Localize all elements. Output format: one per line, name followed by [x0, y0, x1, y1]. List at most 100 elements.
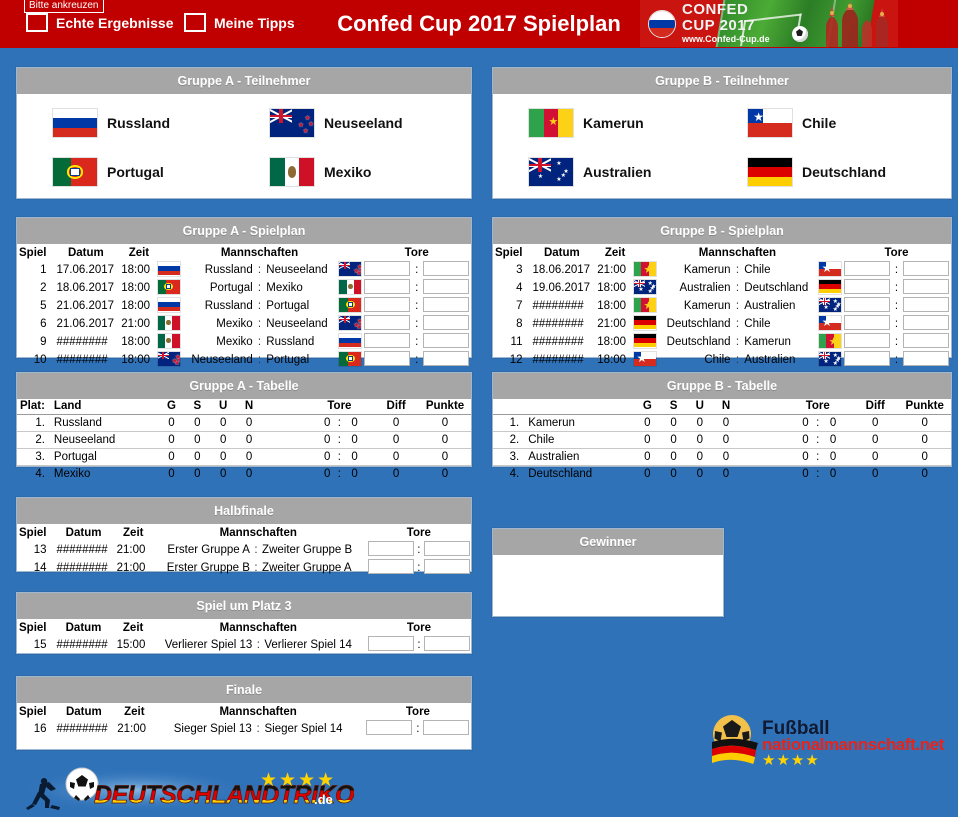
- score-away-box[interactable]: [423, 720, 470, 735]
- score-away[interactable]: [421, 333, 471, 351]
- flag-portugal: [157, 279, 180, 294]
- score-away-box[interactable]: [902, 351, 949, 366]
- app-header: Bitte ankreuzen Echte Ergebnisse Meine T…: [0, 0, 958, 48]
- score-home[interactable]: [362, 333, 412, 351]
- cell-spiel: 14: [33, 562, 47, 574]
- list-item: Portugal: [17, 149, 244, 195]
- score-away-box[interactable]: [902, 333, 949, 348]
- table-row: 1 17.06.2017 18:00 Russland: Neuseeland ★★★★:: [17, 261, 471, 279]
- score-away-box[interactable]: [422, 261, 469, 276]
- panel-semifinals: Halbfinale Spiel Datum Zeit Mannschaften…: [16, 497, 472, 574]
- table-header-row: Spiel Datum Zeit Mannschaften Tore: [17, 246, 471, 261]
- cell-s: 0: [184, 448, 211, 466]
- schedule-table-group-b: Spiel Datum Zeit Mannschaften Tore 3 18.0…: [493, 246, 951, 369]
- score-home-box[interactable]: [368, 636, 415, 651]
- cell-colon: :: [257, 336, 262, 348]
- score-away[interactable]: [901, 279, 951, 297]
- score-home-box[interactable]: [364, 261, 411, 276]
- score-away-box[interactable]: [423, 559, 470, 574]
- score-home[interactable]: [842, 261, 892, 279]
- score-away[interactable]: [901, 333, 951, 351]
- score-home[interactable]: [362, 279, 412, 297]
- cell-land: Kamerun: [523, 414, 635, 432]
- checkbox-meine-tipps-group[interactable]: Meine Tipps: [184, 13, 295, 32]
- score-home-box[interactable]: [364, 351, 411, 366]
- score-home[interactable]: [362, 261, 412, 279]
- score-home-box[interactable]: [364, 297, 411, 312]
- score-home-box[interactable]: [368, 559, 415, 574]
- score-away[interactable]: [422, 636, 471, 654]
- score-home-box[interactable]: [844, 333, 891, 348]
- score-home[interactable]: [842, 297, 892, 315]
- score-home-box[interactable]: [844, 279, 891, 294]
- col-tore: Tore: [404, 247, 429, 259]
- score-home-box[interactable]: [844, 315, 891, 330]
- score-away[interactable]: [421, 279, 471, 297]
- col-punkte: Punkte: [419, 399, 471, 415]
- score-away[interactable]: [421, 261, 471, 279]
- checkbox-echte-ergebnisse[interactable]: [26, 13, 48, 32]
- score-away[interactable]: [901, 351, 951, 369]
- score-away[interactable]: [421, 297, 471, 315]
- score-away-box[interactable]: [422, 279, 469, 294]
- score-away[interactable]: [421, 315, 471, 333]
- score-away[interactable]: [422, 559, 471, 577]
- col-datum: Datum: [67, 247, 104, 259]
- score-away-box[interactable]: [423, 636, 470, 651]
- score-home-box[interactable]: [844, 297, 891, 312]
- score-home[interactable]: [362, 297, 412, 315]
- score-home[interactable]: [842, 351, 892, 369]
- score-home[interactable]: [367, 636, 416, 654]
- col-tore: Tore: [305, 399, 374, 415]
- cell-home-team: Erster Gruppe A: [167, 544, 250, 556]
- score-away-box[interactable]: [902, 297, 949, 312]
- score-away-box[interactable]: [423, 541, 470, 556]
- score-away-box[interactable]: [902, 315, 949, 330]
- score-away-box[interactable]: [422, 333, 469, 348]
- score-away-box[interactable]: [902, 261, 949, 276]
- score-home[interactable]: [367, 541, 416, 559]
- score-home[interactable]: [367, 559, 416, 577]
- col-platz: [493, 399, 524, 415]
- cell-platz: 4.: [17, 465, 49, 483]
- score-away[interactable]: [422, 541, 471, 559]
- score-home-box[interactable]: [364, 279, 411, 294]
- score-home[interactable]: [842, 279, 892, 297]
- score-away-box[interactable]: [422, 297, 469, 312]
- score-away-box[interactable]: [422, 351, 469, 366]
- score-home[interactable]: [842, 315, 892, 333]
- cell-away-team: Neuseeland: [266, 264, 328, 276]
- cell-land: Chile: [523, 431, 635, 449]
- cell-away-team: Verlierer Spiel 14: [264, 639, 352, 651]
- score-home[interactable]: [362, 315, 412, 333]
- cell-gap: [739, 414, 784, 432]
- score-home-box[interactable]: [364, 333, 411, 348]
- score-home-box[interactable]: [844, 351, 891, 366]
- score-away-box[interactable]: [902, 279, 949, 294]
- team-name: Portugal: [107, 164, 164, 180]
- flag-neuseeland: ★★★★: [339, 315, 362, 330]
- score-away[interactable]: [421, 351, 471, 369]
- score-away-box[interactable]: [422, 315, 469, 330]
- cell-colon: :: [257, 264, 262, 276]
- score-home-box[interactable]: [366, 720, 413, 735]
- col-spiel: Spiel: [19, 247, 47, 259]
- score-home[interactable]: [362, 351, 412, 369]
- table-row: 14 ######## 21:00 Erster Gruppe B: Zweiter G…: [17, 559, 471, 577]
- checkbox-meine-tipps[interactable]: [184, 13, 206, 32]
- flag-mexiko: [157, 315, 180, 330]
- checkbox-echte-ergebnisse-group[interactable]: Echte Ergebnisse: [26, 13, 174, 32]
- score-home[interactable]: [842, 333, 892, 351]
- score-home-box[interactable]: [364, 315, 411, 330]
- score-home-box[interactable]: [844, 261, 891, 276]
- score-away[interactable]: [422, 720, 471, 738]
- score-away[interactable]: [901, 315, 951, 333]
- score-home-box[interactable]: [368, 541, 415, 556]
- score-away[interactable]: [901, 261, 951, 279]
- col-n: N: [712, 399, 740, 415]
- cell-colon: :: [257, 354, 262, 366]
- cell-home-team: Australien: [679, 282, 731, 294]
- score-home[interactable]: [365, 720, 414, 738]
- score-away[interactable]: [901, 297, 951, 315]
- flag-away: [338, 297, 362, 315]
